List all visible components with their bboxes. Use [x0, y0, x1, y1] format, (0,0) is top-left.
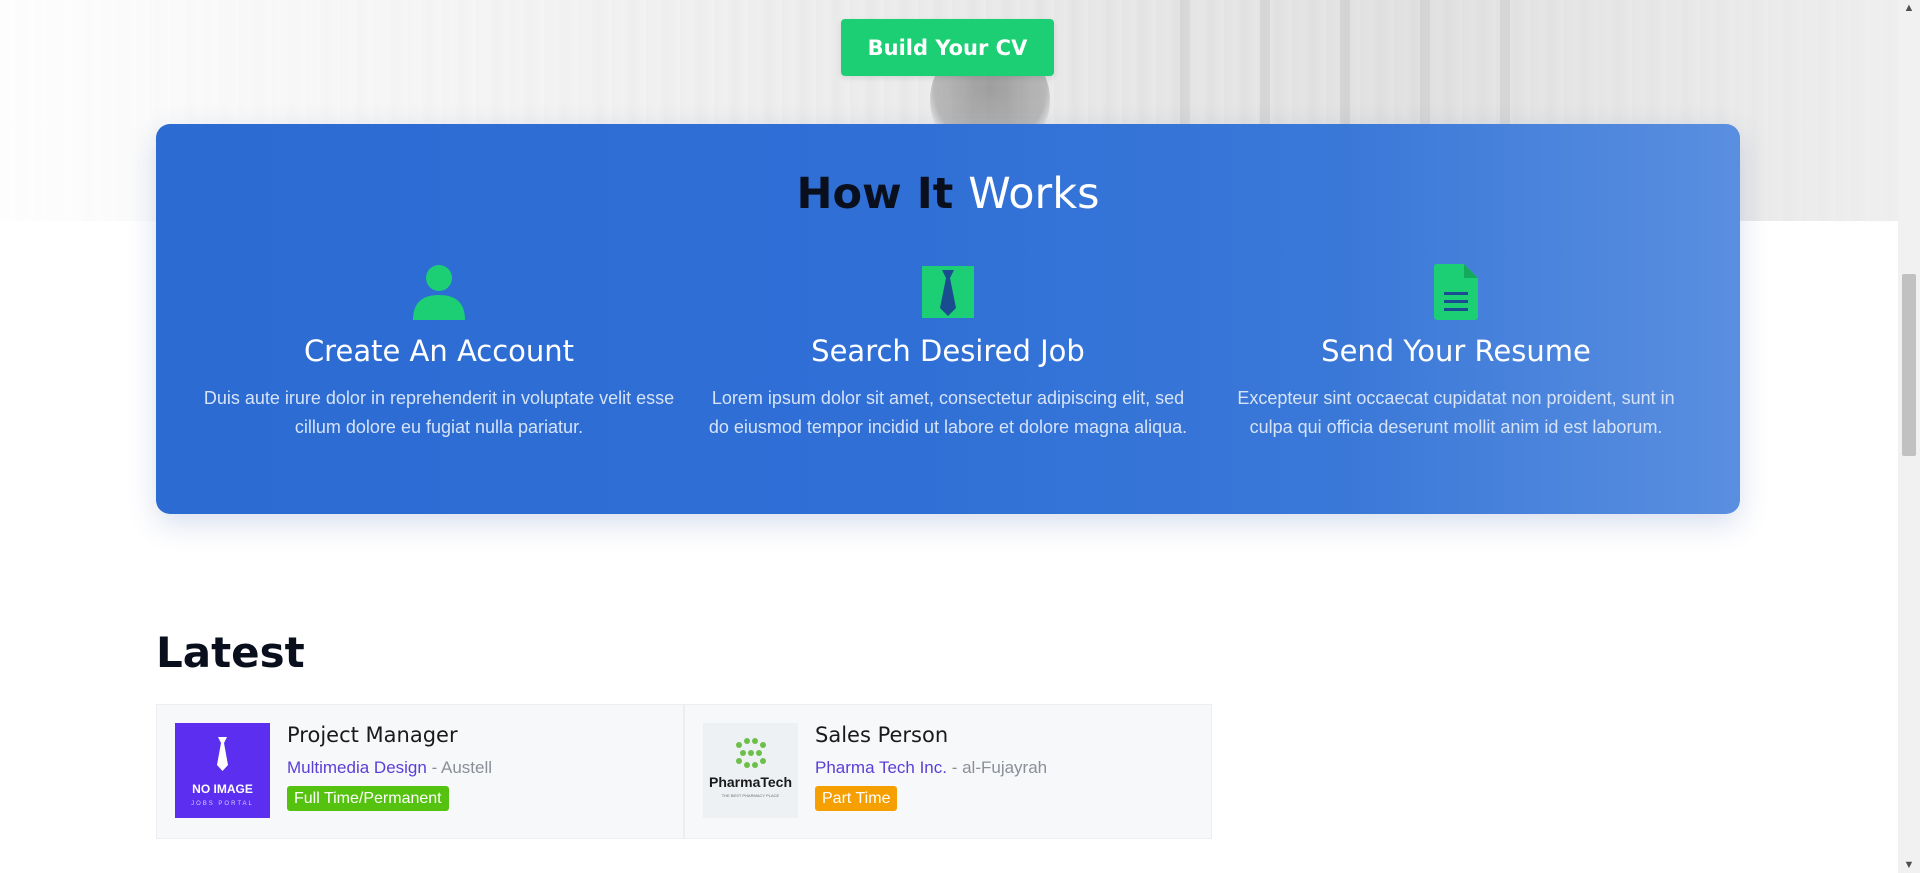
logo-subtext: THE BEST PHARMACY PLACE: [722, 793, 780, 798]
step-create-account: Create An Account Duis aute irure dolor …: [199, 262, 679, 442]
logo-text: NO IMAGE: [192, 782, 253, 796]
document-icon: [1434, 264, 1478, 320]
job-type-badge: Full Time/Permanent: [287, 786, 449, 811]
no-image-logo-icon: NO IMAGE JOBS PORTAL: [175, 723, 270, 818]
job-title[interactable]: Project Manager: [287, 723, 458, 747]
step-description: Lorem ipsum dolor sit amet, consectetur …: [708, 388, 1188, 437]
step-title: Search Desired Job: [811, 334, 1085, 368]
job-title[interactable]: Sales Person: [815, 723, 948, 747]
logo-subtext: JOBS PORTAL: [191, 801, 254, 807]
title-light: Works: [968, 169, 1100, 219]
job-card[interactable]: NO IMAGE JOBS PORTAL Project Manager Mul…: [156, 704, 684, 839]
step-send-resume: Send Your Resume Excepteur sint occaecat…: [1216, 262, 1696, 442]
page-scrollbar[interactable]: ▲ ▼: [1898, 0, 1920, 873]
step-title: Create An Account: [303, 334, 575, 368]
job-meta: Pharma Tech Inc. - al-Fujayrah: [815, 758, 1047, 778]
job-location: - al-Fujayrah: [946, 758, 1048, 777]
pharmatech-logo-icon: PharmaTech THE BEST PHARMACY PLACE: [703, 723, 798, 818]
job-card[interactable]: PharmaTech THE BEST PHARMACY PLACE Sales…: [684, 704, 1212, 839]
scroll-up-arrow-icon[interactable]: ▲: [1898, 0, 1920, 16]
scrollbar-thumb[interactable]: [1902, 274, 1916, 456]
user-icon: [413, 265, 465, 320]
job-type-badge: Part Time: [815, 786, 898, 811]
company-logo[interactable]: NO IMAGE JOBS PORTAL: [175, 723, 270, 818]
step-title: Send Your Resume: [1321, 334, 1591, 368]
build-cv-button[interactable]: Build Your CV: [841, 19, 1054, 76]
company-logo[interactable]: PharmaTech THE BEST PHARMACY PLACE: [703, 723, 798, 818]
company-link[interactable]: Multimedia Design: [287, 758, 427, 777]
logo-text: PharmaTech: [709, 774, 792, 790]
company-link[interactable]: Pharma Tech Inc.: [815, 758, 947, 777]
latest-heading: Latest: [156, 628, 305, 677]
step-search-job: Search Desired Job Lorem ipsum dolor sit…: [708, 262, 1188, 442]
tie-icon: [922, 266, 974, 318]
job-location: - Austell: [426, 758, 493, 777]
job-meta: Multimedia Design - Austell: [287, 758, 492, 778]
step-description: Duis aute irure dolor in reprehenderit i…: [203, 388, 675, 437]
how-it-works-section: How It Works Create An Account Duis aute…: [156, 124, 1740, 514]
how-it-works-title: How It Works: [156, 168, 1740, 220]
scroll-down-arrow-icon[interactable]: ▼: [1898, 857, 1920, 873]
step-description: Excepteur sint occaecat cupidatat non pr…: [1237, 388, 1675, 437]
title-strong: How It: [796, 169, 954, 219]
